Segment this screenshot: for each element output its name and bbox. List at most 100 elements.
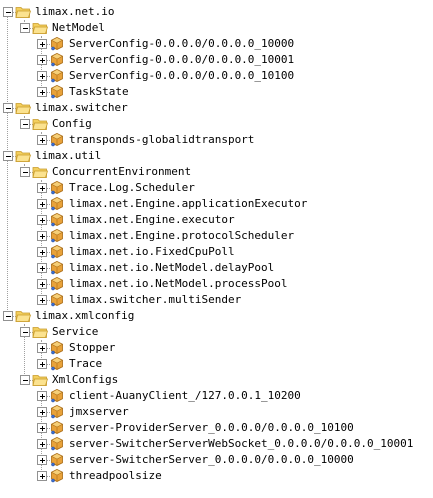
tree-node-label[interactable]: ServerConfig-0.0.0.0/0.0.0.0_10001 <box>67 53 296 67</box>
collapse-toggle-icon[interactable] <box>20 23 30 33</box>
tree-node-label[interactable]: limax.switcher <box>33 101 130 115</box>
collapse-toggle-icon[interactable] <box>3 151 13 161</box>
tree-node-label[interactable]: limax.net.Engine.protocolScheduler <box>67 229 296 243</box>
tree-node-label[interactable]: Service <box>50 325 100 339</box>
expand-toggle-icon[interactable] <box>37 263 47 273</box>
mbean-tree[interactable]: limax.net.io NetModel ServerConfig-0.0.0.0… <box>0 0 433 498</box>
tree-node-label[interactable]: limax.net.io <box>33 5 116 19</box>
collapse-toggle-icon[interactable] <box>20 119 30 129</box>
tree-folder-row[interactable]: ConcurrentEnvironment <box>0 164 433 180</box>
tree-node-label[interactable]: limax.net.Engine.executor <box>67 213 237 227</box>
tree-node-label[interactable]: Trace <box>67 357 104 371</box>
tree-mbean-row[interactable]: limax.net.io.FixedCpuPoll <box>0 244 433 260</box>
tree-node-label[interactable]: limax.switcher.multiSender <box>67 293 243 307</box>
tree-node-label[interactable]: limax.net.io.FixedCpuPoll <box>67 245 237 259</box>
tree-mbean-row[interactable]: ServerConfig-0.0.0.0/0.0.0.0_10000 <box>0 36 433 52</box>
tree-node-label[interactable]: client-AuanyClient_/127.0.0.1_10200 <box>67 389 303 403</box>
tree-mbean-row[interactable]: limax.net.Engine.applicationExecutor <box>0 196 433 212</box>
expand-toggle-icon[interactable] <box>37 247 47 257</box>
expand-toggle-icon[interactable] <box>37 71 47 81</box>
tree-mbean-row[interactable]: Trace.Log.Scheduler <box>0 180 433 196</box>
expand-toggle-icon[interactable] <box>37 471 47 481</box>
tree-node-label[interactable]: ServerConfig-0.0.0.0/0.0.0.0_10000 <box>67 37 296 51</box>
expand-toggle-icon[interactable] <box>37 407 47 417</box>
open-folder-icon <box>32 372 49 388</box>
collapse-toggle-icon[interactable] <box>20 327 30 337</box>
tree-mbean-row[interactable]: client-AuanyClient_/127.0.0.1_10200 <box>0 388 433 404</box>
tree-node-label[interactable]: limax.xmlconfig <box>33 309 136 323</box>
expand-toggle-icon[interactable] <box>37 183 47 193</box>
collapse-toggle-icon[interactable] <box>3 311 13 321</box>
tree-node-label[interactable]: ConcurrentEnvironment <box>50 165 193 179</box>
tree-folder-row[interactable]: limax.net.io <box>0 4 433 20</box>
tree-mbean-row[interactable]: limax.switcher.multiSender <box>0 292 433 308</box>
tree-mbean-row[interactable]: Trace <box>0 356 433 372</box>
collapse-toggle-icon[interactable] <box>20 167 30 177</box>
tree-mbean-row[interactable]: transponds-globalidtransport <box>0 132 433 148</box>
tree-node-label[interactable]: Config <box>50 117 94 131</box>
expand-toggle-icon[interactable] <box>37 343 47 353</box>
expand-toggle-icon[interactable] <box>37 39 47 49</box>
tree-mbean-row[interactable]: limax.net.io.NetModel.processPool <box>0 276 433 292</box>
open-folder-icon <box>15 308 32 324</box>
expand-toggle-icon[interactable] <box>37 439 47 449</box>
mbean-icon <box>49 228 65 244</box>
expand-toggle-icon[interactable] <box>37 423 47 433</box>
tree-node-label[interactable]: ServerConfig-0.0.0.0/0.0.0.0_10100 <box>67 69 296 83</box>
expand-toggle-icon[interactable] <box>37 295 47 305</box>
tree-mbean-row[interactable]: ServerConfig-0.0.0.0/0.0.0.0_10100 <box>0 68 433 84</box>
tree-folder-row[interactable]: Service <box>0 324 433 340</box>
tree-mbean-row[interactable]: jmxserver <box>0 404 433 420</box>
tree-node-label[interactable]: jmxserver <box>67 405 131 419</box>
tree-node-label[interactable]: threadpoolsize <box>67 469 164 483</box>
tree-node-label[interactable]: Stopper <box>67 341 117 355</box>
tree-folder-row[interactable]: NetModel <box>0 20 433 36</box>
mbean-icon <box>49 404 65 420</box>
expand-toggle-icon[interactable] <box>37 135 47 145</box>
collapse-toggle-icon[interactable] <box>3 103 13 113</box>
tree-node-label[interactable]: TaskState <box>67 85 131 99</box>
tree-mbean-row[interactable]: limax.net.Engine.protocolScheduler <box>0 228 433 244</box>
collapse-toggle-icon[interactable] <box>3 7 13 17</box>
tree-node-label[interactable]: limax.net.Engine.applicationExecutor <box>67 197 309 211</box>
tree-folder-row[interactable]: Config <box>0 116 433 132</box>
tree-node-label[interactable]: NetModel <box>50 21 107 35</box>
expand-toggle-icon[interactable] <box>37 215 47 225</box>
tree-mbean-row[interactable]: ServerConfig-0.0.0.0/0.0.0.0_10001 <box>0 52 433 68</box>
expand-toggle-icon[interactable] <box>37 55 47 65</box>
mbean-icon <box>49 340 65 356</box>
mbean-icon <box>49 260 65 276</box>
expand-toggle-icon[interactable] <box>37 279 47 289</box>
tree-mbean-row[interactable]: TaskState <box>0 84 433 100</box>
tree-node-label[interactable]: transponds-globalidtransport <box>67 133 256 147</box>
tree-node-label[interactable]: Trace.Log.Scheduler <box>67 181 197 195</box>
tree-mbean-row[interactable]: Stopper <box>0 340 433 356</box>
mbean-icon <box>49 36 65 52</box>
open-folder-icon <box>15 100 32 116</box>
tree-node-label[interactable]: limax.util <box>33 149 103 163</box>
tree-mbean-row[interactable]: server-SwitcherServerWebSocket_0.0.0.0/0… <box>0 436 433 452</box>
tree-mbean-row[interactable]: server-ProviderServer_0.0.0.0/0.0.0.0_10… <box>0 420 433 436</box>
tree-node-label[interactable]: limax.net.io.NetModel.processPool <box>67 277 290 291</box>
tree-node-label[interactable]: server-SwitcherServerWebSocket_0.0.0.0/0… <box>67 437 415 451</box>
tree-folder-row[interactable]: limax.switcher <box>0 100 433 116</box>
expand-toggle-icon[interactable] <box>37 231 47 241</box>
tree-folder-row[interactable]: XmlConfigs <box>0 372 433 388</box>
tree-mbean-row[interactable]: limax.net.Engine.executor <box>0 212 433 228</box>
expand-toggle-icon[interactable] <box>37 359 47 369</box>
tree-mbean-row[interactable]: threadpoolsize <box>0 468 433 484</box>
expand-toggle-icon[interactable] <box>37 199 47 209</box>
tree-node-label[interactable]: limax.net.io.NetModel.delayPool <box>67 261 276 275</box>
expand-toggle-icon[interactable] <box>37 87 47 97</box>
mbean-icon <box>49 452 65 468</box>
tree-folder-row[interactable]: limax.xmlconfig <box>0 308 433 324</box>
tree-mbean-row[interactable]: server-SwitcherServer_0.0.0.0/0.0.0.0_10… <box>0 452 433 468</box>
tree-mbean-row[interactable]: limax.net.io.NetModel.delayPool <box>0 260 433 276</box>
tree-folder-row[interactable]: limax.util <box>0 148 433 164</box>
expand-toggle-icon[interactable] <box>37 455 47 465</box>
collapse-toggle-icon[interactable] <box>20 375 30 385</box>
expand-toggle-icon[interactable] <box>37 391 47 401</box>
tree-node-label[interactable]: XmlConfigs <box>50 373 120 387</box>
tree-node-label[interactable]: server-SwitcherServer_0.0.0.0/0.0.0.0_10… <box>67 453 356 467</box>
tree-node-label[interactable]: server-ProviderServer_0.0.0.0/0.0.0.0_10… <box>67 421 356 435</box>
